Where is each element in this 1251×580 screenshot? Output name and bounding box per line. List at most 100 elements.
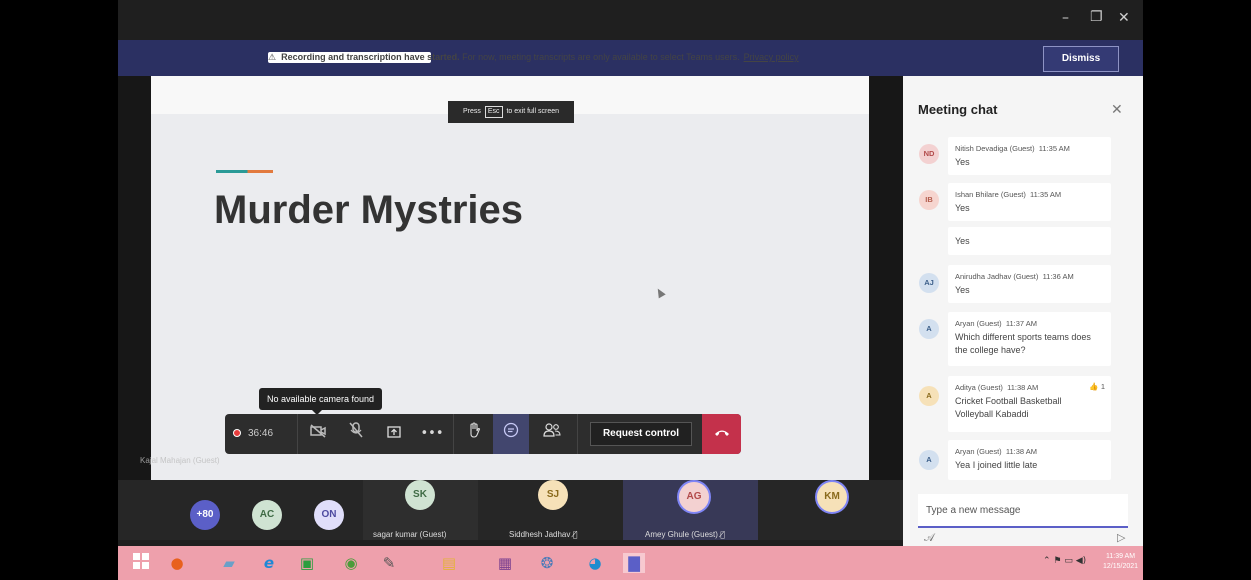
store-icon[interactable]: ▣ <box>296 553 318 573</box>
message-sender: Aditya (Guest) <box>955 383 1003 392</box>
hang-up-button[interactable] <box>702 414 741 454</box>
chat-avatar: A <box>919 386 939 406</box>
meeting-chat-panel: Meeting chat ✕ ND Nitish Devadiga (Guest… <box>903 76 1143 554</box>
message-time: 11:35 AM <box>1030 190 1062 199</box>
reaction-count: 1 <box>1100 382 1105 391</box>
meeting-controls-bar: 36:46 ••• Request control <box>225 414 741 454</box>
chrome-icon[interactable]: ◉ <box>340 553 362 573</box>
participant-name-text: Siddhesh Jadhav <box>509 530 571 539</box>
participant-avatar: ON <box>314 500 344 530</box>
banner-message: ⚠ Recording and transcription have starte… <box>268 52 799 63</box>
participant-name: Siddhesh Jadhav 🎙̸ <box>509 530 577 539</box>
participant-name-text: Amey Ghule (Guest) <box>645 530 718 539</box>
participants-icon[interactable] <box>535 414 569 454</box>
internet-explorer-icon[interactable]: e <box>258 553 280 573</box>
send-icon[interactable]: ▷ <box>1117 531 1125 544</box>
fullscreen-tip-prefix: Press <box>462 108 481 115</box>
reaction[interactable]: 👍 1 <box>1089 382 1105 391</box>
message-input[interactable] <box>918 494 1128 526</box>
like-icon: 👍 <box>1089 382 1099 391</box>
chat-message: Yes <box>948 227 1111 255</box>
message-text: Cricket Football Basketball Volleyball K… <box>955 396 1062 419</box>
request-control-button[interactable]: Request control <box>590 422 692 446</box>
muted-mic-icon: 🎙̸ <box>720 530 725 539</box>
participant-tile[interactable]: AG Amey Ghule (Guest) 🎙̸ <box>623 480 758 540</box>
message-meta: Anirudha Jadhav (Guest) 11:36 AM <box>955 272 1074 281</box>
dismiss-button[interactable]: Dismiss <box>1043 46 1119 72</box>
participant-tile[interactable]: SJ Siddhesh Jadhav 🎙̸ <box>493 480 608 540</box>
message-meta: Aryan (Guest) 11:37 AM <box>955 319 1037 328</box>
format-icon[interactable]: 𝒜 <box>924 531 934 545</box>
winrar-icon[interactable]: ▦ <box>494 553 516 573</box>
fullscreen-tip-suffix: to exit full screen <box>506 108 559 115</box>
paint-icon[interactable]: ✎ <box>378 553 400 573</box>
chat-icon[interactable] <box>493 414 529 454</box>
more-icon[interactable]: ••• <box>417 414 447 454</box>
chat-avatar: A <box>919 319 939 339</box>
participant-name: sagar kumar (Guest) <box>373 530 447 539</box>
restore-button[interactable]: ❐ <box>1090 9 1103 25</box>
mic-off-icon[interactable] <box>341 414 371 454</box>
message-text: Yes <box>955 236 970 246</box>
camera-off-icon[interactable] <box>303 414 333 454</box>
close-chat-icon[interactable]: ✕ <box>1111 102 1123 118</box>
chat-message: Ishan Bhilare (Guest) 11:35 AM Yes <box>948 183 1111 221</box>
slide-title: Murder Mystries <box>214 188 523 232</box>
participant-avatar: KM <box>815 480 849 514</box>
taskbar-clock[interactable]: 11:39 AM 12/15/2021 <box>1103 552 1138 572</box>
screen: – ❐ ✕ ⚠ Recording and transcription have … <box>118 0 1143 580</box>
fullscreen-tip: Press Esc to exit full screen <box>448 101 574 123</box>
notepad-icon[interactable]: ▰ <box>218 553 240 573</box>
message-meta: Nitish Devadiga (Guest) 11:35 AM <box>955 144 1070 153</box>
chat-message: Aryan (Guest) 11:38 AM Yea I joined litt… <box>948 440 1111 480</box>
share-icon[interactable] <box>379 414 409 454</box>
message-sender: Aryan (Guest) <box>955 319 1002 328</box>
participants-strip: +80 AC ON SK sagar kumar (Guest) SJ Sidd… <box>118 480 903 540</box>
people-icon[interactable]: ❂ <box>536 553 558 573</box>
file-explorer-icon[interactable]: ▤ <box>438 553 460 573</box>
mouse-cursor-icon <box>654 286 666 299</box>
close-button[interactable]: ✕ <box>1118 10 1130 26</box>
participant-tile[interactable]: AC <box>240 480 290 540</box>
participant-avatar: SK <box>405 480 435 510</box>
message-text: Which different sports teams does the co… <box>955 332 1091 355</box>
participant-tile[interactable]: +80 <box>178 480 228 540</box>
banner-bold-text: Recording and transcription have started… <box>281 52 460 62</box>
clock-date: 12/15/2021 <box>1103 563 1139 570</box>
privacy-policy-link[interactable]: Privacy policy <box>744 52 799 62</box>
edge-icon[interactable]: ◕ <box>584 553 606 573</box>
participant-avatar: SJ <box>538 480 568 510</box>
participant-tile[interactable]: KM <box>808 480 858 540</box>
windows-start-icon[interactable] <box>130 553 152 573</box>
chat-avatar: AJ <box>919 273 939 293</box>
participant-tile[interactable]: ON <box>302 480 352 540</box>
message-text: Yes <box>955 203 970 213</box>
message-text: Yes <box>955 157 970 167</box>
chat-message: Nitish Devadiga (Guest) 11:35 AM Yes <box>948 137 1111 175</box>
participant-name: Amey Ghule (Guest) 🎙̸ <box>645 530 725 539</box>
recording-timer: 36:46 <box>233 414 273 454</box>
participant-tile[interactable]: SK sagar kumar (Guest) <box>363 480 478 540</box>
participant-avatar: AC <box>252 500 282 530</box>
chat-title: Meeting chat <box>918 102 998 117</box>
raise-hand-icon[interactable] <box>459 414 489 454</box>
timer-text: 36:46 <box>248 428 274 439</box>
divider <box>577 414 578 454</box>
message-time: 11:38 AM <box>1005 447 1037 456</box>
esc-key: Esc <box>484 106 503 118</box>
presenter-name: Kajal Mahajan (Guest) <box>140 456 220 465</box>
message-time: 11:38 AM <box>1007 383 1039 392</box>
shared-content-stage: Press Esc to exit full screen Murder Mys… <box>118 76 903 480</box>
banner-text: For now, meeting transcripts are only av… <box>459 52 740 62</box>
slide-accent-line <box>216 170 273 173</box>
system-tray[interactable]: ⌃ ⚑ ▭ ◀) <box>1043 556 1086 566</box>
teams-icon[interactable]: ▇ <box>623 553 645 573</box>
warning-icon: ⚠ <box>268 53 277 63</box>
minimize-button[interactable]: – <box>1062 10 1069 26</box>
firefox-icon[interactable]: ● <box>166 553 188 573</box>
chat-avatar: IB <box>919 190 939 210</box>
compose-box <box>918 494 1128 528</box>
title-bar: – ❐ ✕ <box>118 0 1143 40</box>
recording-banner: ⚠ Recording and transcription have starte… <box>118 40 1143 76</box>
participant-avatar: AG <box>677 480 711 514</box>
